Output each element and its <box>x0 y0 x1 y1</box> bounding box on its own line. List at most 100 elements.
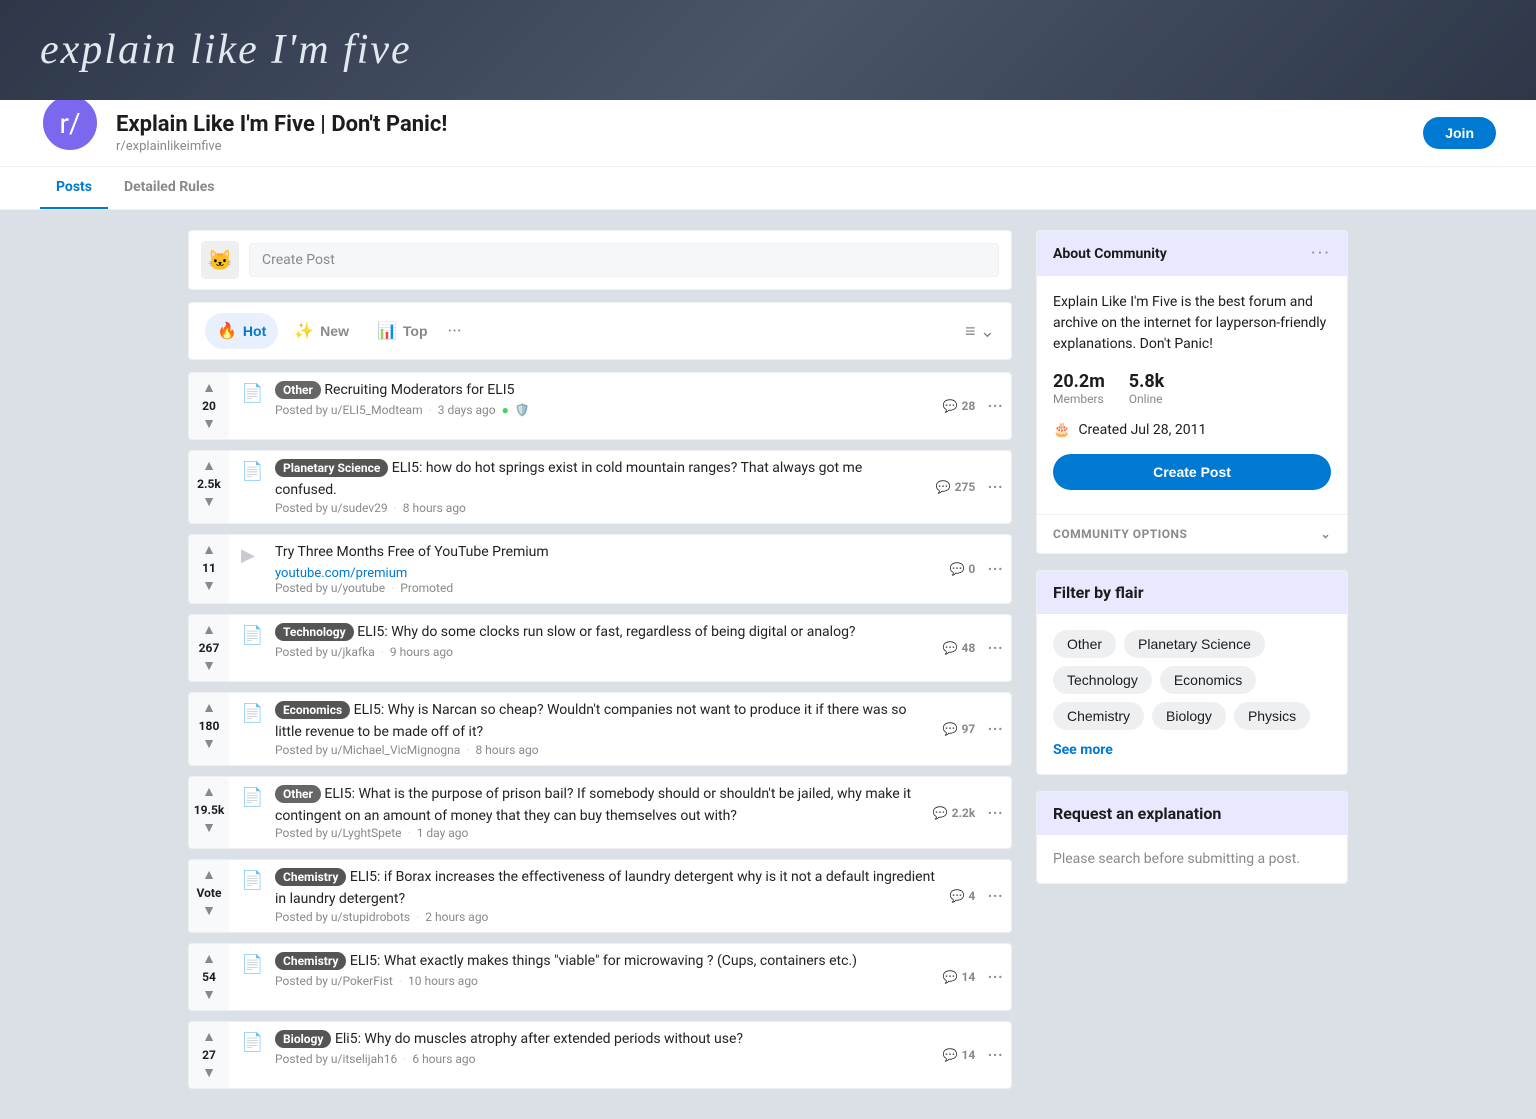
downvote-button[interactable]: ▼ <box>202 417 216 431</box>
vote-column: ▲ Vote ▼ <box>189 860 229 932</box>
post-more-button[interactable]: ··· <box>987 557 1003 581</box>
downvote-button[interactable]: ▼ <box>202 821 216 835</box>
comment-count[interactable]: 💬 28 <box>943 399 976 413</box>
vote-column: ▲ 19.5k ▼ <box>189 777 229 849</box>
upvote-button[interactable]: ▲ <box>202 381 216 395</box>
upvote-button[interactable]: ▲ <box>202 785 216 799</box>
vote-count: 19.5k <box>194 803 225 817</box>
flair-tag-economics[interactable]: Economics <box>1160 666 1256 694</box>
post-more-button[interactable]: ··· <box>987 717 1003 741</box>
see-more-link[interactable]: See more <box>1053 742 1331 758</box>
comment-count[interactable]: 💬 0 <box>949 562 975 576</box>
created-row: 🎂 Created Jul 28, 2011 <box>1053 422 1331 438</box>
downvote-button[interactable]: ▼ <box>202 737 216 751</box>
upvote-button[interactable]: ▲ <box>202 459 216 473</box>
post-meta: Posted by u/stupidrobots ·2 hours ago <box>275 910 937 924</box>
post-more-button[interactable]: ··· <box>987 475 1003 499</box>
upvote-button[interactable]: ▲ <box>202 543 216 557</box>
sidebar-create-post-button[interactable]: Create Post <box>1053 454 1331 490</box>
post-type-icon: 📄 <box>241 954 265 978</box>
post-type-icon: ▶ <box>241 545 265 569</box>
comment-icon: 💬 <box>936 480 951 494</box>
post-more-button[interactable]: ··· <box>987 636 1003 660</box>
subreddit-slug: r/explainlikeimfive <box>116 139 1407 154</box>
about-community-card: About Community ··· Explain Like I'm Fiv… <box>1036 230 1348 554</box>
flair-tag-planetary[interactable]: Planetary Science <box>1124 630 1265 658</box>
flair-tag-chemistry[interactable]: Chemistry <box>1053 702 1144 730</box>
comment-count[interactable]: 💬 48 <box>943 641 976 655</box>
post-right: 💬 28 ··· <box>943 373 1011 439</box>
mod-icon: ● <box>502 403 509 417</box>
comment-count[interactable]: 💬 275 <box>936 480 976 494</box>
post-more-button[interactable]: ··· <box>987 965 1003 989</box>
vote-count: 11 <box>202 561 216 575</box>
join-button[interactable]: Join <box>1423 117 1496 149</box>
post-content: Try Three Months Free of YouTube Premium… <box>275 543 937 596</box>
promoted-link[interactable]: youtube.com/premium <box>275 566 937 581</box>
upvote-button[interactable]: ▲ <box>202 868 216 882</box>
comment-count[interactable]: 💬 2.2k <box>933 806 976 820</box>
community-options-row[interactable]: COMMUNITY OPTIONS ⌄ <box>1037 514 1347 553</box>
downvote-button[interactable]: ▼ <box>202 1066 216 1080</box>
user-avatar: 🐱 <box>201 241 239 279</box>
post-title: ELI5: What exactly makes things "viable"… <box>350 953 857 969</box>
tab-posts[interactable]: Posts <box>40 167 108 209</box>
comment-icon: 💬 <box>943 1048 958 1062</box>
flair-tag-other[interactable]: Other <box>1053 630 1116 658</box>
comment-icon: 💬 <box>949 562 964 576</box>
post-more-button[interactable]: ··· <box>987 394 1003 418</box>
post-flair: Other <box>275 785 321 803</box>
post-card: ▲ 2.5k ▼ 📄 Planetary Science ELI5: how d… <box>188 450 1012 524</box>
comment-count[interactable]: 💬 14 <box>943 970 976 984</box>
flair-tag-technology[interactable]: Technology <box>1053 666 1152 694</box>
post-more-button[interactable]: ··· <box>987 801 1003 825</box>
comment-number: 4 <box>968 889 975 903</box>
upvote-button[interactable]: ▲ <box>202 623 216 637</box>
flair-filter-card: Filter by flair OtherPlanetary ScienceTe… <box>1036 570 1348 775</box>
about-more-button[interactable]: ··· <box>1311 243 1331 264</box>
post-time: 1 day ago <box>417 826 469 840</box>
comment-count[interactable]: 💬 97 <box>943 722 976 736</box>
post-card: ▲ 180 ▼ 📄 Economics ELI5: Why is Narcan … <box>188 692 1012 766</box>
post-card: ▲ 19.5k ▼ 📄 Other ELI5: What is the purp… <box>188 776 1012 850</box>
sort-hot-button[interactable]: 🔥 Hot <box>205 313 278 349</box>
top-icon: 📊 <box>377 321 397 341</box>
comment-count[interactable]: 💬 4 <box>949 889 975 903</box>
post-time: 8 hours ago <box>475 743 538 757</box>
post-meta: Posted by u/PokerFist ·10 hours ago <box>275 974 931 988</box>
sort-top-button[interactable]: 📊 Top <box>365 313 440 349</box>
vote-count: Vote <box>197 886 222 900</box>
sort-view-button[interactable]: ≡ ⌄ <box>965 321 995 342</box>
flair-tag-biology[interactable]: Biology <box>1152 702 1226 730</box>
create-post-input[interactable]: Create Post <box>249 243 999 277</box>
post-title: Try Three Months Free of YouTube Premium <box>275 544 549 560</box>
post-body: 📄 Other ELI5: What is the purpose of pri… <box>229 777 933 849</box>
downvote-button[interactable]: ▼ <box>202 988 216 1002</box>
post-right: 💬 14 ··· <box>943 944 1011 1010</box>
tab-detailed-rules[interactable]: Detailed Rules <box>108 167 231 209</box>
post-flair: Economics <box>275 701 350 719</box>
post-more-button[interactable]: ··· <box>987 884 1003 908</box>
comment-count[interactable]: 💬 14 <box>943 1048 976 1062</box>
members-stat: 20.2m Members <box>1053 371 1105 406</box>
sort-more-button[interactable]: ··· <box>448 321 462 342</box>
post-body: 📄 Planetary Science ELI5: how do hot spr… <box>229 451 936 523</box>
downvote-button[interactable]: ▼ <box>202 495 216 509</box>
vote-count: 20 <box>202 399 216 413</box>
flair-tag-physics[interactable]: Physics <box>1234 702 1310 730</box>
post-body: 📄 Economics ELI5: Why is Narcan so cheap… <box>229 693 943 765</box>
comment-number: 0 <box>968 562 975 576</box>
post-flair: Planetary Science <box>275 459 388 477</box>
sort-new-button[interactable]: ✨ New <box>282 313 361 349</box>
upvote-button[interactable]: ▲ <box>202 1030 216 1044</box>
post-author: Posted by u/Michael_VicMignogna <box>275 743 460 757</box>
downvote-button[interactable]: ▼ <box>202 579 216 593</box>
upvote-button[interactable]: ▲ <box>202 952 216 966</box>
downvote-button[interactable]: ▼ <box>202 904 216 918</box>
post-author: Posted by u/sudev29 <box>275 501 388 515</box>
upvote-button[interactable]: ▲ <box>202 701 216 715</box>
post-more-button[interactable]: ··· <box>987 1043 1003 1067</box>
subreddit-info: Explain Like I'm Five | Don't Panic! r/e… <box>116 112 1407 154</box>
downvote-button[interactable]: ▼ <box>202 659 216 673</box>
banner-title: explain like I'm five <box>40 26 412 74</box>
